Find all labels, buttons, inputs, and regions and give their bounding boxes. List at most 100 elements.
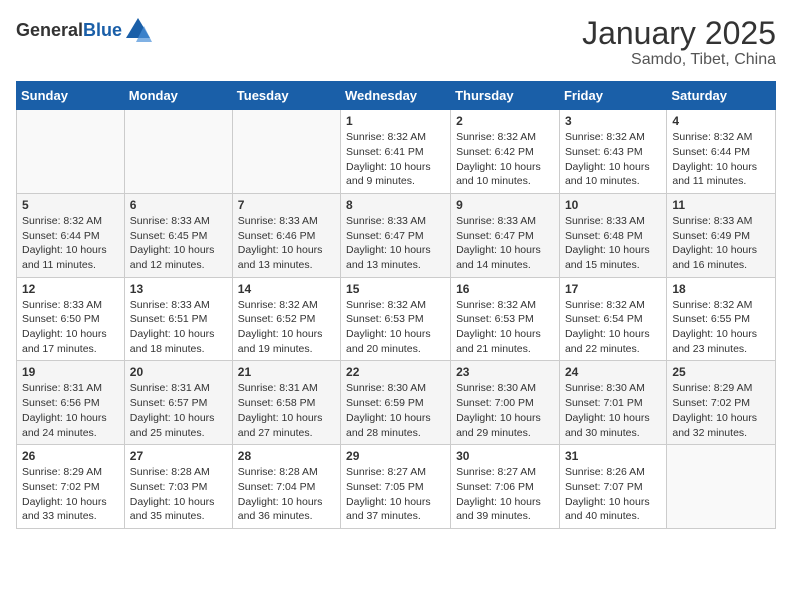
calendar-cell: 3 Sunrise: 8:32 AM Sunset: 6:43 PM Daylig… (559, 110, 666, 194)
day-info: Sunrise: 8:33 AM Sunset: 6:48 PM Dayligh… (565, 214, 661, 273)
day-info: Sunrise: 8:33 AM Sunset: 6:46 PM Dayligh… (238, 214, 335, 273)
calendar-cell: 31 Sunrise: 8:26 AM Sunset: 7:07 PM Dayli… (559, 445, 666, 529)
day-number: 27 (130, 449, 227, 463)
calendar-cell (232, 110, 340, 194)
logo: GeneralBlue (16, 16, 152, 44)
day-info: Sunrise: 8:30 AM Sunset: 7:00 PM Dayligh… (456, 381, 554, 440)
calendar-cell: 9 Sunrise: 8:33 AM Sunset: 6:47 PM Daylig… (451, 193, 560, 277)
day-header-friday: Friday (559, 82, 666, 110)
day-info: Sunrise: 8:32 AM Sunset: 6:52 PM Dayligh… (238, 298, 335, 357)
day-info: Sunrise: 8:32 AM Sunset: 6:44 PM Dayligh… (672, 130, 770, 189)
calendar-cell: 6 Sunrise: 8:33 AM Sunset: 6:45 PM Daylig… (124, 193, 232, 277)
calendar-week-row: 19 Sunrise: 8:31 AM Sunset: 6:56 PM Dayli… (17, 361, 776, 445)
day-header-monday: Monday (124, 82, 232, 110)
day-info: Sunrise: 8:27 AM Sunset: 7:05 PM Dayligh… (346, 465, 445, 524)
day-info: Sunrise: 8:31 AM Sunset: 6:56 PM Dayligh… (22, 381, 119, 440)
calendar-week-row: 26Sunrise: 8:29 AM Sunset: 7:02 PM Dayli… (17, 445, 776, 529)
calendar-cell: 17Sunrise: 8:32 AM Sunset: 6:54 PM Dayli… (559, 277, 666, 361)
day-number: 1 (346, 114, 445, 128)
day-number: 6 (130, 198, 227, 212)
calendar-table: SundayMondayTuesdayWednesdayThursdayFrid… (16, 81, 776, 529)
calendar-title: January 2025 (582, 16, 776, 51)
calendar-subtitle: Samdo, Tibet, China (582, 51, 776, 69)
calendar-cell (124, 110, 232, 194)
calendar-cell (17, 110, 125, 194)
day-number: 21 (238, 365, 335, 379)
day-number: 3 (565, 114, 661, 128)
calendar-cell: 13Sunrise: 8:33 AM Sunset: 6:51 PM Dayli… (124, 277, 232, 361)
calendar-cell: 8Sunrise: 8:33 AM Sunset: 6:47 PM Daylig… (341, 193, 451, 277)
calendar-cell: 14 Sunrise: 8:32 AM Sunset: 6:52 PM Dayli… (232, 277, 340, 361)
day-header-sunday: Sunday (17, 82, 125, 110)
day-info: Sunrise: 8:32 AM Sunset: 6:42 PM Dayligh… (456, 130, 554, 189)
calendar-cell: 20 Sunrise: 8:31 AM Sunset: 6:57 PM Dayli… (124, 361, 232, 445)
day-info: Sunrise: 8:33 AM Sunset: 6:51 PM Dayligh… (130, 298, 227, 357)
day-info: Sunrise: 8:30 AM Sunset: 6:59 PM Dayligh… (346, 381, 445, 440)
day-header-tuesday: Tuesday (232, 82, 340, 110)
day-info: Sunrise: 8:32 AM Sunset: 6:43 PM Dayligh… (565, 130, 661, 189)
calendar-cell: 18 Sunrise: 8:32 AM Sunset: 6:55 PM Dayli… (667, 277, 776, 361)
calendar-cell: 16Sunrise: 8:32 AM Sunset: 6:53 PM Dayli… (451, 277, 560, 361)
day-info: Sunrise: 8:30 AM Sunset: 7:01 PM Dayligh… (565, 381, 661, 440)
day-header-saturday: Saturday (667, 82, 776, 110)
calendar-cell: 19 Sunrise: 8:31 AM Sunset: 6:56 PM Dayli… (17, 361, 125, 445)
day-number: 9 (456, 198, 554, 212)
day-number: 2 (456, 114, 554, 128)
day-info: Sunrise: 8:33 AM Sunset: 6:49 PM Dayligh… (672, 214, 770, 273)
day-number: 14 (238, 282, 335, 296)
calendar-cell: 2 Sunrise: 8:32 AM Sunset: 6:42 PM Daylig… (451, 110, 560, 194)
title-block: January 2025 Samdo, Tibet, China (582, 16, 776, 69)
calendar-header-row: SundayMondayTuesdayWednesdayThursdayFrid… (17, 82, 776, 110)
logo-general: General (16, 20, 83, 40)
day-info: Sunrise: 8:32 AM Sunset: 6:55 PM Dayligh… (672, 298, 770, 357)
day-info: Sunrise: 8:33 AM Sunset: 6:45 PM Dayligh… (130, 214, 227, 273)
day-info: Sunrise: 8:26 AM Sunset: 7:07 PM Dayligh… (565, 465, 661, 524)
calendar-cell: 29Sunrise: 8:27 AM Sunset: 7:05 PM Dayli… (341, 445, 451, 529)
calendar-cell: 15Sunrise: 8:32 AM Sunset: 6:53 PM Dayli… (341, 277, 451, 361)
logo-icon (124, 16, 152, 44)
calendar-cell: 10 Sunrise: 8:33 AM Sunset: 6:48 PM Dayli… (559, 193, 666, 277)
day-header-thursday: Thursday (451, 82, 560, 110)
page-header: GeneralBlue January 2025 Samdo, Tibet, C… (16, 16, 776, 69)
day-number: 4 (672, 114, 770, 128)
day-number: 20 (130, 365, 227, 379)
calendar-cell: 5Sunrise: 8:32 AM Sunset: 6:44 PM Daylig… (17, 193, 125, 277)
calendar-cell: 1 Sunrise: 8:32 AM Sunset: 6:41 PM Daylig… (341, 110, 451, 194)
day-number: 28 (238, 449, 335, 463)
calendar-week-row: 12 Sunrise: 8:33 AM Sunset: 6:50 PM Dayli… (17, 277, 776, 361)
day-info: Sunrise: 8:31 AM Sunset: 6:57 PM Dayligh… (130, 381, 227, 440)
day-info: Sunrise: 8:28 AM Sunset: 7:04 PM Dayligh… (238, 465, 335, 524)
day-info: Sunrise: 8:32 AM Sunset: 6:53 PM Dayligh… (346, 298, 445, 357)
day-info: Sunrise: 8:33 AM Sunset: 6:47 PM Dayligh… (456, 214, 554, 273)
calendar-cell: 7 Sunrise: 8:33 AM Sunset: 6:46 PM Daylig… (232, 193, 340, 277)
day-number: 10 (565, 198, 661, 212)
day-info: Sunrise: 8:32 AM Sunset: 6:54 PM Dayligh… (565, 298, 661, 357)
day-info: Sunrise: 8:27 AM Sunset: 7:06 PM Dayligh… (456, 465, 554, 524)
day-number: 30 (456, 449, 554, 463)
day-info: Sunrise: 8:28 AM Sunset: 7:03 PM Dayligh… (130, 465, 227, 524)
calendar-cell: 21Sunrise: 8:31 AM Sunset: 6:58 PM Dayli… (232, 361, 340, 445)
day-number: 31 (565, 449, 661, 463)
day-info: Sunrise: 8:33 AM Sunset: 6:47 PM Dayligh… (346, 214, 445, 273)
day-header-wednesday: Wednesday (341, 82, 451, 110)
day-number: 18 (672, 282, 770, 296)
day-info: Sunrise: 8:29 AM Sunset: 7:02 PM Dayligh… (672, 381, 770, 440)
day-number: 24 (565, 365, 661, 379)
day-info: Sunrise: 8:33 AM Sunset: 6:50 PM Dayligh… (22, 298, 119, 357)
calendar-cell: 24 Sunrise: 8:30 AM Sunset: 7:01 PM Dayli… (559, 361, 666, 445)
calendar-cell: 12 Sunrise: 8:33 AM Sunset: 6:50 PM Dayli… (17, 277, 125, 361)
day-number: 5 (22, 198, 119, 212)
day-number: 23 (456, 365, 554, 379)
day-number: 19 (22, 365, 119, 379)
day-number: 7 (238, 198, 335, 212)
day-info: Sunrise: 8:32 AM Sunset: 6:41 PM Dayligh… (346, 130, 445, 189)
logo-text: GeneralBlue (16, 20, 122, 41)
calendar-week-row: 1 Sunrise: 8:32 AM Sunset: 6:41 PM Daylig… (17, 110, 776, 194)
calendar-cell: 4 Sunrise: 8:32 AM Sunset: 6:44 PM Daylig… (667, 110, 776, 194)
calendar-cell: 11Sunrise: 8:33 AM Sunset: 6:49 PM Dayli… (667, 193, 776, 277)
logo-blue: Blue (83, 20, 122, 40)
day-number: 12 (22, 282, 119, 296)
calendar-cell: 26Sunrise: 8:29 AM Sunset: 7:02 PM Dayli… (17, 445, 125, 529)
calendar-cell (667, 445, 776, 529)
calendar-cell: 22Sunrise: 8:30 AM Sunset: 6:59 PM Dayli… (341, 361, 451, 445)
